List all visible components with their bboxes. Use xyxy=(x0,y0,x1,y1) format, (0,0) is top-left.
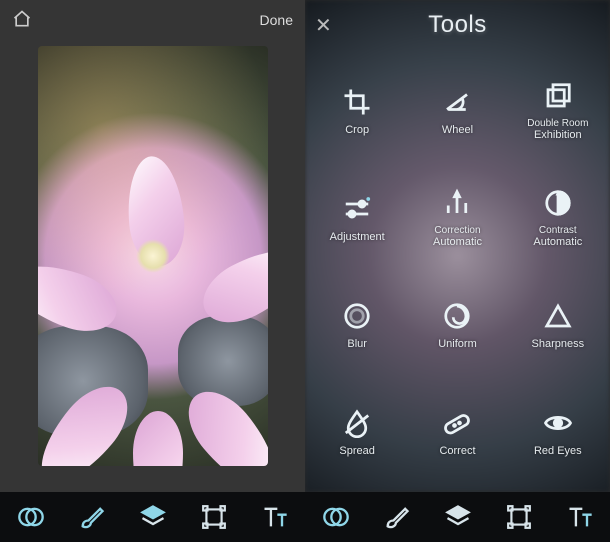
tool-label: Crop xyxy=(345,124,369,137)
editor-panel: Done xyxy=(0,0,305,492)
eye-icon xyxy=(541,406,575,440)
canvas-area[interactable] xyxy=(0,40,305,492)
close-icon[interactable]: ✕ xyxy=(315,13,339,38)
tools-grid: Crop Wheel Double Room Exhibition xyxy=(305,50,610,492)
bar-text[interactable] xyxy=(253,495,297,539)
angle-icon xyxy=(440,85,474,119)
crop-icon xyxy=(340,85,374,119)
tool-label: Red Eyes xyxy=(534,445,582,458)
tools-panel: ✕ Tools Crop Wheel xyxy=(305,0,610,492)
tool-label: Sharpness xyxy=(532,338,585,351)
tool-correction-auto[interactable]: Correction Automatic xyxy=(407,167,507,268)
sliders-icon xyxy=(340,192,374,226)
tool-label: Correct xyxy=(439,445,475,458)
image-canvas xyxy=(38,46,268,466)
tool-correct[interactable]: Correct xyxy=(407,381,507,482)
tool-label: Correction Automatic xyxy=(433,225,482,249)
tool-label: Double Room Exhibition xyxy=(527,118,588,142)
tool-sharpness[interactable]: Sharpness xyxy=(508,274,608,375)
bar-palette[interactable] xyxy=(314,495,358,539)
swirl-icon xyxy=(440,299,474,333)
bar-text[interactable] xyxy=(558,495,602,539)
tool-spread[interactable]: Spread xyxy=(307,381,407,482)
tool-label: Uniform xyxy=(438,338,477,351)
bar-brush[interactable] xyxy=(70,495,114,539)
tool-red-eyes[interactable]: Red Eyes xyxy=(508,381,608,482)
frames-icon xyxy=(541,79,575,113)
bottom-bar xyxy=(0,492,610,542)
contrast-icon xyxy=(541,186,575,220)
bottom-bar-left xyxy=(0,492,305,542)
tool-label: Contrast Automatic xyxy=(533,225,582,249)
triangle-icon xyxy=(541,299,575,333)
tool-adjustment[interactable]: Adjustment xyxy=(307,167,407,268)
bar-brush[interactable] xyxy=(375,495,419,539)
drop-icon xyxy=(340,406,374,440)
tool-uniform[interactable]: Uniform xyxy=(407,274,507,375)
home-icon[interactable] xyxy=(12,9,32,32)
tool-label: Wheel xyxy=(442,124,473,137)
bar-layers[interactable] xyxy=(436,495,480,539)
blur-icon xyxy=(340,299,374,333)
bottom-bar-right xyxy=(305,492,610,542)
bar-palette[interactable] xyxy=(9,495,53,539)
bar-transform[interactable] xyxy=(192,495,236,539)
done-button[interactable]: Done xyxy=(260,12,293,28)
panel-title: Tools xyxy=(339,11,600,39)
tool-label: Blur xyxy=(347,338,367,351)
tool-label: Adjustment xyxy=(330,231,385,244)
bar-layers[interactable] xyxy=(131,495,175,539)
bar-transform[interactable] xyxy=(497,495,541,539)
tool-crop[interactable]: Crop xyxy=(307,60,407,161)
tool-label: Spread xyxy=(339,445,374,458)
levels-icon xyxy=(440,186,474,220)
tool-contrast-auto[interactable]: Contrast Automatic xyxy=(508,167,608,268)
tool-wheel[interactable]: Wheel xyxy=(407,60,507,161)
tool-blur[interactable]: Blur xyxy=(307,274,407,375)
bandage-icon xyxy=(440,406,474,440)
tool-double-exhibition[interactable]: Double Room Exhibition xyxy=(508,60,608,161)
